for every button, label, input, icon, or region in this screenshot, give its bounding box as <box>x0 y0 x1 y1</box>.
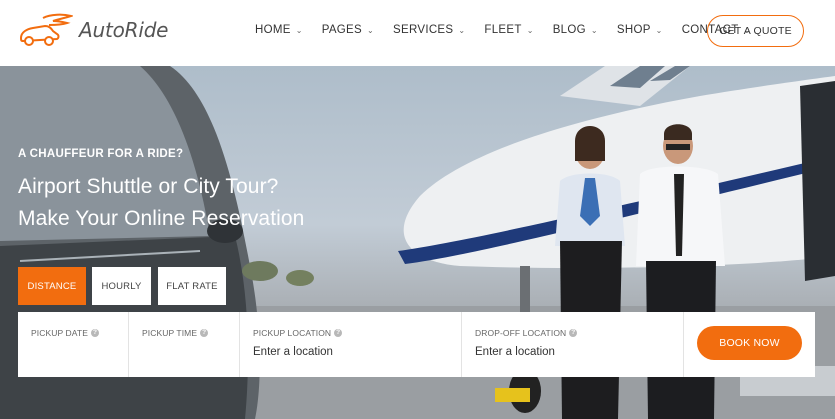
chevron-down-icon: ⌄ <box>295 25 303 35</box>
dropoff-location-field[interactable]: DROP-OFF LOCATION? Enter a location <box>462 312 684 377</box>
pickup-time-field[interactable]: PICKUP TIME? <box>129 312 240 377</box>
help-icon[interactable]: ? <box>91 329 99 337</box>
nav-item-home[interactable]: HOME ⌄ <box>255 24 303 36</box>
site-header: AutoRide HOME ⌄ PAGES ⌄ SERVICES ⌄ FLEET ⌄ B… <box>0 0 835 66</box>
book-now-button[interactable]: BOOK NOW <box>697 326 802 360</box>
nav-item-fleet[interactable]: FLEET ⌄ <box>484 24 533 36</box>
chevron-down-icon: ⌄ <box>655 25 663 35</box>
booking-form: PICKUP DATE? PICKUP TIME? PICKUP LOCATIO… <box>18 312 815 377</box>
hero-title-line-1: Airport Shuttle or City Tour? <box>18 175 279 198</box>
hero-banner: A CHAUFFEUR FOR A RIDE? Airport Shuttle … <box>0 66 835 419</box>
pickup-location-input[interactable]: Enter a location <box>253 346 333 358</box>
hero-kicker: A CHAUFFEUR FOR A RIDE? <box>18 148 184 160</box>
nav-item-label: HOME <box>255 24 291 36</box>
brand-name: AutoRide <box>79 18 169 42</box>
nav-item-label: SERVICES <box>393 24 454 36</box>
nav-item-shop[interactable]: SHOP ⌄ <box>617 24 663 36</box>
tab-distance[interactable]: DISTANCE <box>18 267 86 305</box>
pickup-date-field[interactable]: PICKUP DATE? <box>18 312 129 377</box>
pickup-date-label: PICKUP DATE <box>31 328 88 338</box>
help-icon[interactable]: ? <box>200 329 209 337</box>
help-icon[interactable]: ? <box>569 329 578 337</box>
dropoff-location-label: DROP-OFF LOCATION <box>475 328 567 338</box>
nav-item-label: BLOG <box>552 24 586 36</box>
tab-flat-rate[interactable]: FLAT RATE <box>158 267 226 305</box>
chevron-down-icon: ⌄ <box>458 25 466 35</box>
tab-hourly[interactable]: HOURLY <box>92 267 151 305</box>
dropoff-location-input[interactable]: Enter a location <box>475 346 555 358</box>
nav-item-blog[interactable]: BLOG ⌄ <box>553 24 598 36</box>
hero-title-line-2: Make Your Online Reservation <box>18 207 305 230</box>
chevron-down-icon: ⌄ <box>590 25 598 35</box>
pickup-location-label: PICKUP LOCATION <box>253 328 332 338</box>
nav-item-label: PAGES <box>321 24 362 36</box>
nav-item-services[interactable]: SERVICES ⌄ <box>393 24 465 36</box>
logo[interactable]: AutoRide <box>17 12 168 48</box>
car-wings-logo-icon <box>19 13 73 46</box>
chevron-down-icon: ⌄ <box>526 25 534 35</box>
help-icon[interactable]: ? <box>334 329 343 337</box>
pickup-time-label: PICKUP TIME <box>142 328 198 338</box>
nav-item-pages[interactable]: PAGES ⌄ <box>322 24 374 36</box>
main-nav: HOME ⌄ PAGES ⌄ SERVICES ⌄ FLEET ⌄ BLOG ⌄ SHOP… <box>255 24 770 36</box>
pickup-location-field[interactable]: PICKUP LOCATION? Enter a location <box>240 312 462 377</box>
nav-item-label: SHOP <box>616 24 651 36</box>
get-quote-button[interactable]: GET A QUOTE <box>707 15 804 47</box>
nav-item-label: FLEET <box>484 24 522 36</box>
chevron-down-icon: ⌄ <box>367 25 375 35</box>
